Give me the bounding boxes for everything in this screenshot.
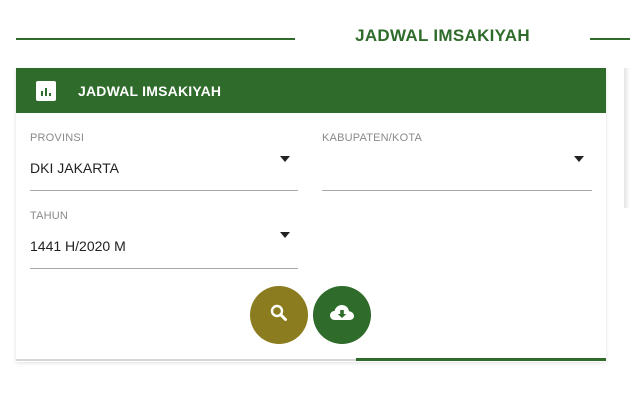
tahun-label: TAHUN	[30, 210, 69, 222]
search-button[interactable]	[250, 286, 308, 344]
kabupaten-kota-underline	[322, 190, 592, 191]
tahun-value: 1441 H/2020 M	[30, 238, 126, 254]
tahun-select[interactable]: TAHUN 1441 H/2020 M	[30, 210, 298, 269]
chevron-down-icon	[574, 156, 584, 162]
provinsi-select[interactable]: PROVINSI DKI JAKARTA	[30, 132, 298, 191]
section-rule-left	[16, 38, 295, 40]
tahun-underline	[30, 268, 298, 269]
section-title: JADWAL IMSAKIYAH	[355, 26, 530, 45]
bar-chart-icon	[36, 80, 56, 101]
card-title: JADWAL IMSAKIYAH	[78, 82, 222, 99]
kabupaten-kota-label: KABUPATEN/KOTA	[322, 132, 422, 144]
tab-indicator-active	[356, 358, 606, 361]
cloud-download-icon	[329, 303, 355, 328]
kabupaten-kota-select[interactable]: KABUPATEN/KOTA	[322, 132, 592, 191]
chevron-down-icon	[280, 232, 290, 238]
search-icon	[269, 303, 289, 328]
adjacent-card-edge	[624, 68, 630, 208]
section-rule-right	[590, 38, 630, 40]
provinsi-label: PROVINSI	[30, 132, 85, 144]
card-header: JADWAL IMSAKIYAH	[16, 68, 606, 113]
download-button[interactable]	[313, 286, 371, 344]
jadwal-imsakiyah-card: JADWAL IMSAKIYAH PROVINSI DKI JAKARTA KA…	[16, 68, 606, 362]
tab-indicator-inactive	[16, 359, 356, 361]
chevron-down-icon	[280, 156, 290, 162]
provinsi-underline	[30, 190, 298, 191]
provinsi-value: DKI JAKARTA	[30, 160, 119, 176]
